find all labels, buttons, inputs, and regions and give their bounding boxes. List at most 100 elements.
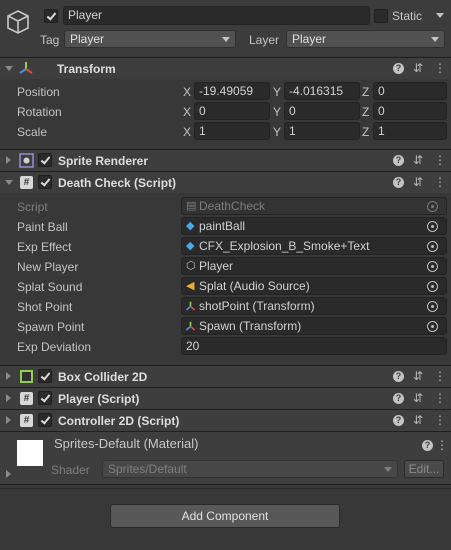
tag-dropdown[interactable]: Player — [64, 30, 236, 48]
player-script-header[interactable]: # Player (Script) ? ⇵ ⋮ — [0, 387, 451, 409]
shader-dropdown[interactable]: Sprites/Default — [102, 460, 398, 478]
scale-z-axis[interactable]: Z — [362, 125, 369, 139]
new-player-field[interactable]: ⬡ Player — [181, 257, 447, 275]
static-label: Static — [392, 9, 423, 23]
kebab-menu-icon[interactable]: ⋮ — [434, 62, 446, 74]
scale-x-field[interactable]: 1 — [194, 122, 270, 140]
transform-foldout-arrow[interactable] — [5, 66, 13, 71]
spawn-point-field[interactable]: Spawn (Transform) — [181, 317, 447, 335]
player-script-enabled-checkbox[interactable] — [38, 391, 52, 405]
splat-sound-label: Splat Sound — [17, 280, 83, 294]
paint-ball-field[interactable]: ◆ paintBall — [181, 217, 447, 235]
active-checkbox[interactable] — [44, 9, 58, 23]
controller-script-enabled-checkbox[interactable] — [38, 413, 52, 427]
static-dropdown-arrow[interactable] — [436, 13, 444, 18]
position-y-axis[interactable]: Y — [273, 85, 281, 99]
static-checkbox[interactable] — [374, 9, 388, 23]
help-icon[interactable]: ? — [393, 63, 404, 74]
script-field: ▤ DeathCheck — [181, 197, 447, 215]
help-icon[interactable]: ? — [393, 393, 404, 404]
edit-shader-button[interactable]: Edit... — [404, 460, 444, 478]
object-picker-icon[interactable] — [427, 281, 438, 292]
position-z-axis[interactable]: Z — [362, 85, 369, 99]
rotation-z-field[interactable]: 0 — [373, 102, 447, 120]
death-check-header[interactable]: # Death Check (Script) ? ⇵ ⋮ — [0, 171, 451, 193]
help-icon[interactable]: ? — [393, 415, 404, 426]
controller-script-foldout-arrow[interactable] — [6, 416, 11, 424]
splat-sound-field[interactable]: ◀ Splat (Audio Source) — [181, 277, 447, 295]
presets-icon[interactable]: ⇵ — [413, 392, 423, 404]
exp-effect-value: CFX_Explosion_B_Smoke+Text — [199, 239, 370, 253]
shot-point-field[interactable]: shotPoint (Transform) — [181, 297, 447, 315]
add-component-separator — [0, 488, 451, 489]
scale-x-axis[interactable]: X — [183, 125, 191, 139]
kebab-menu-icon[interactable]: ⋮ — [434, 176, 446, 188]
add-component-button[interactable]: Add Component — [110, 504, 340, 528]
exp-deviation-field[interactable]: 20 — [181, 337, 447, 355]
scale-y-axis[interactable]: Y — [273, 125, 281, 139]
prefab-icon: ◆ — [186, 240, 195, 252]
object-name-field[interactable]: Player — [63, 6, 370, 25]
object-picker-icon[interactable] — [427, 241, 438, 252]
material-preview-swatch[interactable] — [17, 440, 43, 466]
kebab-menu-icon[interactable]: ⋮ — [434, 370, 446, 382]
sprite-renderer-foldout-arrow[interactable] — [6, 156, 11, 164]
rotation-x-axis[interactable]: X — [183, 105, 191, 119]
transform-header[interactable]: Transform ? ⇵ ⋮ — [0, 57, 451, 79]
sprite-renderer-enabled-checkbox[interactable] — [38, 153, 52, 167]
object-picker-icon[interactable] — [427, 261, 438, 272]
help-icon[interactable]: ? — [422, 440, 433, 451]
exp-effect-field[interactable]: ◆ CFX_Explosion_B_Smoke+Text — [181, 237, 447, 255]
position-x-axis[interactable]: X — [183, 85, 191, 99]
rotation-y-axis[interactable]: Y — [273, 105, 281, 119]
rotation-x-field[interactable]: 0 — [194, 102, 270, 120]
death-check-title: Death Check (Script) — [58, 176, 177, 190]
kebab-menu-icon[interactable]: ⋮ — [434, 414, 446, 426]
paint-ball-label: Paint Ball — [17, 220, 68, 234]
exp-effect-label: Exp Effect — [17, 240, 72, 254]
help-icon[interactable]: ? — [393, 155, 404, 166]
box-collider-header[interactable]: Box Collider 2D ? ⇵ ⋮ — [0, 365, 451, 387]
sprite-renderer-header[interactable]: Sprite Renderer ? ⇵ ⋮ — [0, 149, 451, 171]
rotation-y-field[interactable]: 0 — [284, 102, 360, 120]
scale-y-field[interactable]: 1 — [284, 122, 360, 140]
presets-icon[interactable]: ⇵ — [413, 414, 423, 426]
presets-icon[interactable]: ⇵ — [413, 370, 423, 382]
shader-label: Shader — [51, 463, 90, 477]
player-script-foldout-arrow[interactable] — [6, 394, 11, 402]
rotation-z-axis[interactable]: Z — [362, 105, 369, 119]
position-x-field[interactable]: -19.49059 — [194, 82, 270, 100]
box-collider-foldout-arrow[interactable] — [6, 372, 11, 380]
transform-icon — [185, 321, 196, 331]
position-z-field[interactable]: 0 — [373, 82, 447, 100]
help-icon[interactable]: ? — [393, 177, 404, 188]
presets-icon[interactable]: ⇵ — [413, 62, 423, 74]
scale-z-field[interactable]: 1 — [373, 122, 447, 140]
position-y-field[interactable]: -4.016315 — [284, 82, 360, 100]
gameobject-icon: ⬡ — [186, 260, 196, 272]
transform-icon — [185, 301, 196, 311]
kebab-menu-icon[interactable]: ⋮ — [434, 392, 446, 404]
layer-label: Layer — [249, 33, 280, 47]
object-picker-icon[interactable] — [427, 221, 438, 232]
death-check-enabled-checkbox[interactable] — [38, 175, 52, 189]
box-collider-enabled-checkbox[interactable] — [38, 369, 52, 383]
death-check-foldout-arrow[interactable] — [5, 180, 13, 185]
shot-point-label: Shot Point — [17, 300, 73, 314]
presets-icon[interactable]: ⇵ — [413, 176, 423, 188]
box-collider-title: Box Collider 2D — [58, 370, 148, 384]
controller-script-header[interactable]: # Controller 2D (Script) ? ⇵ ⋮ — [0, 409, 451, 431]
presets-icon[interactable]: ⇵ — [413, 154, 423, 166]
layer-dropdown[interactable]: Player — [286, 30, 445, 48]
sprite-renderer-title: Sprite Renderer — [58, 154, 149, 168]
shader-value: Sprites/Default — [108, 462, 187, 476]
audio-source-icon: ◀ — [186, 280, 195, 292]
help-icon[interactable]: ? — [393, 371, 404, 382]
object-picker-icon[interactable] — [427, 321, 438, 332]
material-foldout-arrow[interactable] — [6, 470, 11, 478]
script-label: Script — [17, 200, 48, 214]
exp-deviation-label: Exp Deviation — [17, 340, 92, 354]
object-picker-icon[interactable] — [427, 301, 438, 312]
kebab-menu-icon[interactable]: ⋮ — [434, 154, 446, 166]
kebab-menu-icon[interactable]: ⋮ — [436, 439, 448, 451]
